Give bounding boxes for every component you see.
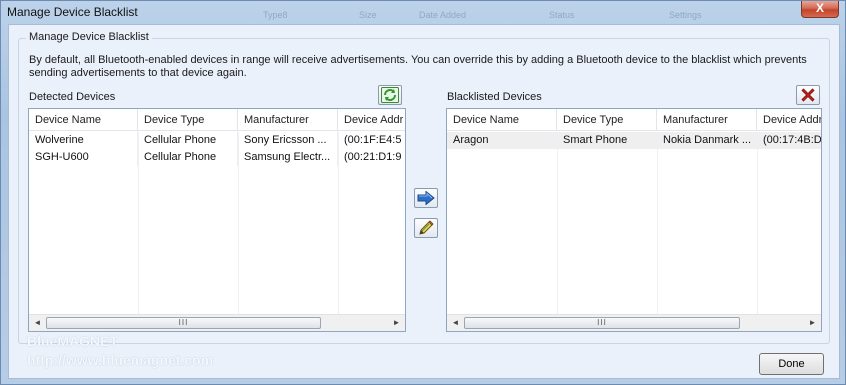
cell-device-type: Smart Phone <box>557 132 657 149</box>
scroll-right-icon[interactable]: ► <box>388 315 405 331</box>
group-label: Manage Device Blacklist <box>26 31 152 43</box>
blacklisted-devices-label: Blacklisted Devices <box>447 91 542 103</box>
brand-url: http://www.bluemagnet.com <box>27 352 214 368</box>
arrow-right-icon <box>417 191 435 205</box>
scroll-left-icon[interactable]: ◄ <box>29 315 46 331</box>
background-ghost-label: Type8 <box>263 10 288 20</box>
blacklisted-devices-list[interactable]: Device Name Device Type Manufacturer Dev… <box>446 108 822 332</box>
brand-name: BlueMAGNET <box>27 333 118 349</box>
dialog-client-area: Manage Device Blacklist By default, all … <box>8 24 840 379</box>
delete-button[interactable] <box>796 85 820 105</box>
description-text: By default, all Bluetooth-enabled device… <box>29 54 807 79</box>
delete-icon <box>801 88 815 102</box>
cell-device-name: SGH-U600 <box>29 149 138 166</box>
table-row[interactable]: SGH-U600 Cellular Phone Samsung Electr..… <box>29 149 405 166</box>
cell-device-address: (00:17:4B:D <box>757 132 821 149</box>
background-ghost-label: Date Added <box>419 10 467 20</box>
cell-device-type: Cellular Phone <box>138 149 238 166</box>
detected-devices-label: Detected Devices <box>29 91 116 103</box>
cell-manufacturer: Samsung Electr... <box>238 149 338 166</box>
background-ghost-label: Settings <box>669 10 702 20</box>
detected-rows: Wolverine Cellular Phone Sony Ericsson .… <box>29 132 405 166</box>
detected-list-header: Device Name Device Type Manufacturer Dev… <box>29 109 405 131</box>
blacklisted-list-header: Device Name Device Type Manufacturer Dev… <box>447 109 821 131</box>
window-title: Manage Device Blacklist <box>7 5 138 19</box>
cell-device-address: (00:1F:E4:5 <box>338 132 405 149</box>
column-header-device-type[interactable]: Device Type <box>138 109 238 131</box>
cell-device-type: Cellular Phone <box>138 132 238 149</box>
cell-device-name: Wolverine <box>29 132 138 149</box>
refresh-icon <box>381 87 399 103</box>
table-row[interactable]: Aragon Smart Phone Nokia Danmark ... (00… <box>447 132 821 149</box>
title-bar[interactable]: Manage Device Blacklist Type8 Size Date … <box>1 1 845 25</box>
table-row[interactable]: Wolverine Cellular Phone Sony Ericsson .… <box>29 132 405 149</box>
detected-devices-list[interactable]: Device Name Device Type Manufacturer Dev… <box>28 108 406 332</box>
scroll-thumb[interactable]: III <box>464 317 740 329</box>
column-header-device-address[interactable]: Device Addr <box>757 109 821 131</box>
add-to-blacklist-button[interactable] <box>414 188 438 208</box>
done-button[interactable]: Done <box>759 353 824 375</box>
dialog-window: Manage Device Blacklist Type8 Size Date … <box>0 0 846 385</box>
background-ghost-label: Size <box>359 10 377 20</box>
close-button[interactable]: X <box>801 1 839 18</box>
column-header-device-name[interactable]: Device Name <box>447 109 557 131</box>
blacklisted-horizontal-scrollbar[interactable]: ◄ III ► <box>447 314 821 331</box>
column-header-device-type[interactable]: Device Type <box>557 109 657 131</box>
pencil-icon <box>419 220 434 235</box>
column-header-manufacturer[interactable]: Manufacturer <box>238 109 338 131</box>
cell-manufacturer: Nokia Danmark ... <box>657 132 757 149</box>
column-header-device-name[interactable]: Device Name <box>29 109 138 131</box>
detected-horizontal-scrollbar[interactable]: ◄ III ► <box>29 314 405 331</box>
column-header-manufacturer[interactable]: Manufacturer <box>657 109 757 131</box>
scroll-thumb[interactable]: III <box>46 317 321 329</box>
cell-device-address: (00:21:D1:9 <box>338 149 405 166</box>
scroll-right-icon[interactable]: ► <box>804 315 821 331</box>
refresh-button[interactable] <box>378 85 402 105</box>
close-icon: X <box>815 1 824 15</box>
cell-device-name: Aragon <box>447 132 557 149</box>
background-ghost-label: Status <box>549 10 575 20</box>
scroll-left-icon[interactable]: ◄ <box>447 315 464 331</box>
edit-device-button[interactable] <box>414 218 438 238</box>
column-header-device-address[interactable]: Device Addr <box>338 109 405 131</box>
cell-manufacturer: Sony Ericsson ... <box>238 132 338 149</box>
blacklisted-rows: Aragon Smart Phone Nokia Danmark ... (00… <box>447 132 821 149</box>
